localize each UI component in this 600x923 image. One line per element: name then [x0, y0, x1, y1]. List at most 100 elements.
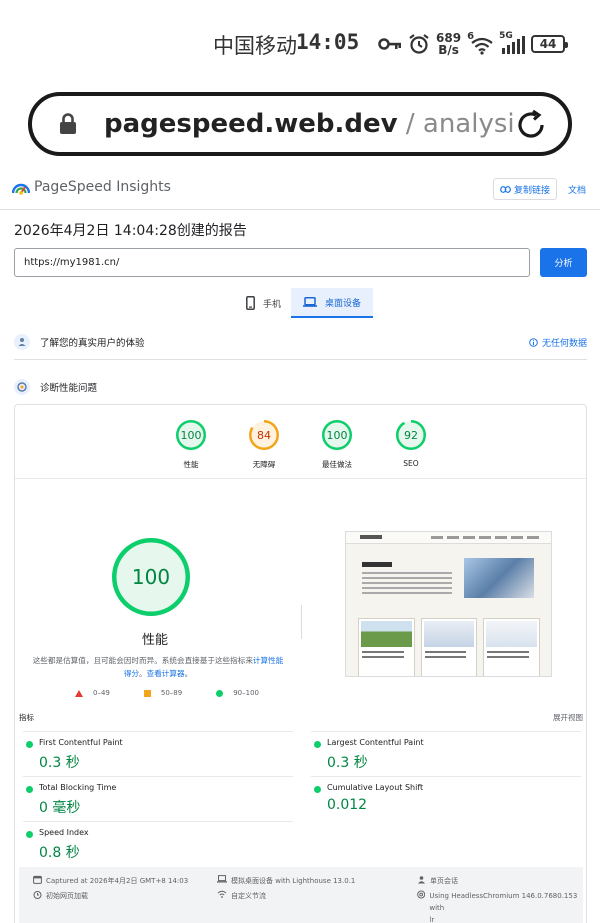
screenshot-heading [362, 562, 392, 567]
no-data-status: 无任何数据 [529, 336, 587, 349]
score-legend: 0–49 50–89 90–100 [75, 689, 259, 697]
pagespeed-logo-icon[interactable] [11, 180, 31, 199]
pass-circle-icon [26, 831, 33, 838]
metric-name: Largest Contentful Paint [327, 738, 424, 747]
field-data-section[interactable]: 了解您的真实用户的体验 无任何数据 [14, 324, 587, 360]
average-square-icon [143, 689, 151, 697]
metric-name: Cumulative Layout Shift [327, 783, 424, 792]
gauge-accessibility-label: 无障碍 [252, 460, 276, 469]
performance-description: 这些都是估算值，且可能会因时而异。系统会直接基于这些指标来计算性能得分。查看计算… [29, 654, 287, 680]
signal-icon [502, 36, 526, 54]
gauge-score: 100 [327, 429, 348, 442]
browser-version-line2: lr [429, 916, 435, 923]
screenshot-card [483, 618, 541, 676]
emulated-device: 模拟桌面设备 with Lighthouse 13.0.1 [217, 875, 355, 887]
gauge-accessibility[interactable]: 84 无障碍 [234, 419, 294, 470]
analyze-button[interactable]: 分析 [540, 248, 587, 277]
tab-mobile[interactable]: 手机 [236, 288, 291, 318]
metric-value: 0.3 秒 [327, 755, 368, 771]
battery-indicator: 44 [531, 35, 569, 53]
docs-link[interactable]: 文档 [568, 183, 586, 196]
metric-cls: Cumulative Layout Shift 0.012 [311, 776, 581, 818]
gauge-performance[interactable]: 100 性能 [161, 419, 221, 470]
gauge-seo[interactable]: 92 SEO [381, 419, 441, 468]
session: 单页会话 [417, 875, 458, 887]
gauge-seo-ring: 92 [396, 420, 426, 450]
legend-pass: 90–100 [216, 689, 259, 697]
app-title[interactable]: PageSpeed Insights [34, 179, 171, 195]
tab-desktop-label: 桌面设备 [325, 298, 362, 309]
screenshot-card-image [361, 621, 412, 647]
screenshot-card-text [487, 651, 530, 661]
status-icons: 689 B/s 6 5G 44 [378, 28, 569, 60]
metric-fcp: First Contentful Paint 0.3 秒 [23, 731, 293, 773]
screenshot-hero [358, 554, 540, 604]
pass-circle-icon [26, 741, 33, 748]
gauge-best-practices-ring: 100 [322, 420, 352, 450]
throttling: 自定义节流 [217, 890, 266, 902]
browser-version-line1: Using HeadlessChromium 146.0.7680.153 wi… [429, 892, 578, 912]
screenshot-cards [358, 618, 541, 676]
captured-at-label: Captured at 2026年4月2日 GMT+8 14:03 [46, 877, 189, 885]
pass-circle-icon [314, 741, 321, 748]
legend-average: 50–89 [143, 689, 183, 697]
emulated-device-label: 模拟桌面设备 with Lighthouse 13.0.1 [231, 877, 356, 885]
wifi-icon [471, 37, 493, 55]
address-text[interactable]: pagespeed.web.dev / analysis / htt [104, 109, 514, 139]
status-bar: 中国移动 14:05 689 B/s 6 5G 44 [0, 0, 600, 88]
gauge-best-practices[interactable]: 100 最佳做法 [307, 419, 367, 470]
final-screenshot [345, 531, 552, 677]
psi-header: PageSpeed Insights 复制链接 文档 [0, 166, 600, 210]
metric-speed-index: Speed Index 0.8 秒 [23, 821, 293, 863]
legend-fail-label: 0–49 [93, 689, 110, 697]
gauge-score: 100 [181, 429, 202, 442]
users-icon [418, 876, 425, 884]
throttling-label: 自定义节流 [231, 892, 266, 900]
calculator-link[interactable]: 查看计算器 [147, 669, 185, 678]
copy-link-label: 复制链接 [513, 185, 550, 196]
initial-load-label: 初始网页加载 [46, 892, 88, 900]
timer-icon [33, 891, 42, 899]
score-gauges: 100 性能 84 无障碍 100 最佳做法 92 SEO [15, 405, 586, 479]
metric-tbt: Total Blocking Time 0 毫秒 [23, 776, 293, 818]
url-input[interactable]: https://my1981.cn/ [14, 248, 530, 277]
report-title: 2026年4月2日 14:04:28创建的报告 [14, 223, 247, 239]
lab-data-label: 诊断性能问题 [40, 383, 98, 394]
network-speed-unit: B/s [438, 43, 459, 57]
gauge-score: 100 [132, 565, 170, 589]
performance-big-gauge: 100 [112, 538, 190, 616]
legend-average-label: 50–89 [160, 689, 183, 697]
metric-value: 0.012 [327, 797, 368, 813]
info-icon [529, 338, 538, 347]
cellular-status: 5G [499, 31, 526, 55]
expand-view-toggle[interactable]: 展开视图 [553, 712, 583, 723]
lighthouse-report-card: 100 性能 84 无障碍 100 最佳做法 92 SEO 100 性能 这些都… [14, 404, 587, 923]
gauge-seo-label: SEO [403, 459, 419, 468]
reload-icon[interactable] [514, 108, 548, 146]
metrics-label: 指标 [19, 713, 34, 722]
screenshot-card [358, 618, 415, 676]
performance-description-end: 。 [184, 669, 193, 678]
metric-value: 0 毫秒 [39, 800, 81, 816]
pass-circle-icon [216, 689, 224, 697]
metrics-header: 指标 展开视图 [19, 712, 583, 723]
gauge-best-practices-label: 最佳做法 [322, 460, 352, 469]
legend-pass-label: 90–100 [233, 689, 259, 697]
runtime-settings: Captured at 2026年4月2日 GMT+8 14:03 初始网页加载… [19, 867, 583, 923]
device-tabs: 手机 桌面设备 [236, 288, 374, 318]
metric-name: Speed Index [39, 828, 89, 837]
screenshot-hero-image [464, 558, 534, 598]
gauge-performance-label: 性能 [183, 460, 199, 469]
tab-desktop[interactable]: 桌面设备 [291, 288, 374, 318]
users-icon [14, 333, 30, 350]
field-data-label: 了解您的真实用户的体验 [40, 337, 145, 349]
copy-link-button[interactable]: 复制链接 [493, 178, 557, 200]
key-icon [378, 38, 401, 50]
address-path: / analysis / htt [405, 109, 514, 139]
lighthouse-icon [14, 379, 30, 395]
address-bar[interactable]: pagespeed.web.dev / analysis / htt [28, 92, 572, 156]
no-data-label: 无任何数据 [541, 339, 587, 349]
gauge-performance-ring: 100 [176, 420, 206, 450]
screenshot-logo [360, 535, 382, 539]
link-icon [500, 185, 511, 193]
